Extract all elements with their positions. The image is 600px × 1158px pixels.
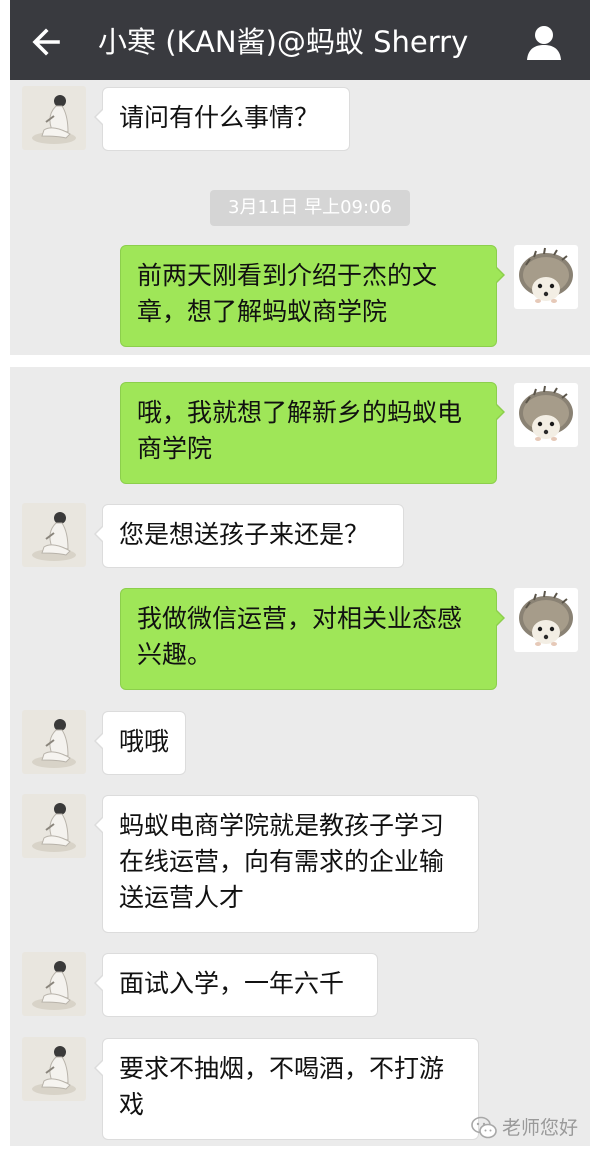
- message-bubble-outgoing[interactable]: 哦，我就想了解新乡的蚂蚁电商学院: [120, 382, 505, 484]
- message-text: 前两天刚看到介绍于杰的文章，想了解蚂蚁商学院: [137, 261, 438, 326]
- message-text: 要求不抽烟，不喝酒，不打游戏: [119, 1054, 445, 1119]
- my-avatar[interactable]: [514, 383, 578, 447]
- chat-screenshot-top: 小寒 (KAN酱)@蚂蚁 Sherry 请问有什么事情？ 3月11日 早上09:…: [10, 0, 590, 355]
- message-bubble-outgoing[interactable]: 前两天刚看到介绍于杰的文章，想了解蚂蚁商学院: [120, 245, 505, 347]
- girl-sitting-avatar: [22, 1037, 86, 1101]
- message-bubble-incoming[interactable]: 面试入学，一年六千: [94, 953, 378, 1017]
- message-bubble-incoming[interactable]: 蚂蚁电商学院就是教孩子学习在线运营，向有需求的企业输送运营人才: [94, 795, 479, 933]
- message-text: 蚂蚁电商学院就是教孩子学习在线运营，向有需求的企业输送运营人才: [119, 811, 445, 912]
- message-bubble-incoming[interactable]: 请问有什么事情？: [94, 87, 350, 151]
- girl-sitting-avatar: [22, 86, 86, 150]
- my-avatar[interactable]: [514, 245, 578, 309]
- girl-sitting-avatar: [22, 710, 86, 774]
- girl-sitting-avatar: [22, 503, 86, 567]
- profile-button[interactable]: [524, 22, 564, 62]
- message-text: 我做微信运营，对相关业态感兴趣。: [137, 604, 463, 669]
- message-text: 哦哦: [119, 727, 170, 756]
- message-bubble-incoming[interactable]: 您是想送孩子来还是？: [94, 504, 404, 568]
- watermark-text: 老师您好: [502, 1117, 579, 1139]
- message-text: 请问有什么事情？: [119, 103, 320, 132]
- contact-avatar[interactable]: [22, 794, 86, 858]
- person-icon: [527, 26, 561, 60]
- message-timestamp: 3月11日 早上09:06: [210, 190, 410, 226]
- contact-avatar[interactable]: [22, 952, 86, 1016]
- hedgehog-avatar: [514, 588, 578, 652]
- message-bubble-incoming[interactable]: 要求不抽烟，不喝酒，不打游戏: [94, 1038, 479, 1140]
- message-text: 哦，我就想了解新乡的蚂蚁电商学院: [137, 398, 463, 463]
- wechat-logo-icon: [471, 1116, 497, 1139]
- chat-header: 小寒 (KAN酱)@蚂蚁 Sherry: [10, 0, 590, 80]
- contact-avatar[interactable]: [22, 1037, 86, 1101]
- hedgehog-avatar: [514, 245, 578, 309]
- message-text: 您是想送孩子来还是？: [119, 520, 370, 549]
- arrow-left-icon: [32, 28, 60, 56]
- back-button[interactable]: [28, 24, 68, 60]
- watermark: 老师您好: [470, 1112, 600, 1144]
- message-text: 面试入学，一年六千: [119, 969, 345, 998]
- message-bubble-incoming[interactable]: 哦哦: [94, 711, 186, 775]
- my-avatar[interactable]: [514, 588, 578, 652]
- contact-avatar[interactable]: [22, 710, 86, 774]
- girl-sitting-avatar: [22, 952, 86, 1016]
- chat-title: 小寒 (KAN酱)@蚂蚁 Sherry: [98, 25, 469, 59]
- girl-sitting-avatar: [22, 794, 86, 858]
- contact-avatar[interactable]: [22, 503, 86, 567]
- chat-screenshot-bottom: 哦，我就想了解新乡的蚂蚁电商学院 您是想送孩子来还是？ 我做微信运营，对相关业态…: [10, 367, 590, 1146]
- message-bubble-outgoing[interactable]: 我做微信运营，对相关业态感兴趣。: [120, 588, 505, 690]
- contact-avatar[interactable]: [22, 86, 86, 150]
- hedgehog-avatar: [514, 383, 578, 447]
